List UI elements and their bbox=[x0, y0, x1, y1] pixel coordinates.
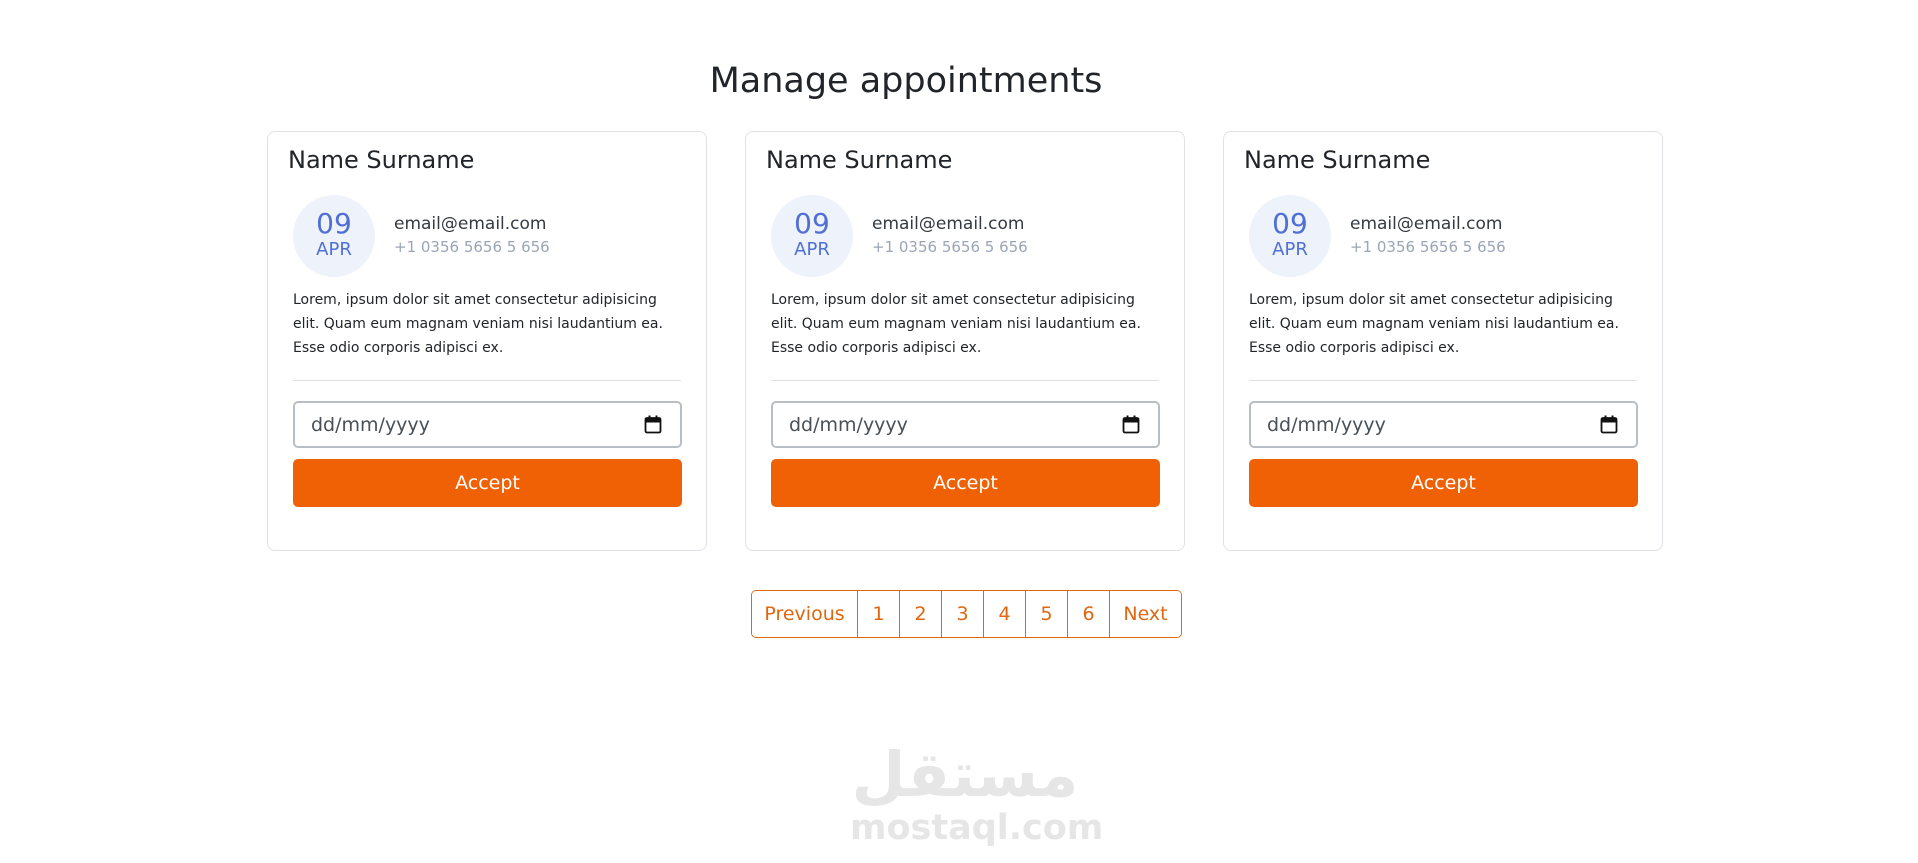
contact-info: email@email.com +1 0356 5656 5 656 bbox=[872, 212, 1028, 258]
divider bbox=[771, 380, 1159, 381]
date-input[interactable]: dd/mm/yyyy bbox=[293, 401, 682, 448]
date-input-placeholder: dd/mm/yyyy bbox=[311, 414, 430, 436]
date-day: 09 bbox=[794, 207, 830, 240]
client-email: email@email.com bbox=[1350, 214, 1503, 234]
pagination: Previous 1 2 3 4 5 6 Next bbox=[751, 590, 1182, 638]
client-name: Name Surname bbox=[1244, 146, 1431, 174]
watermark-latin: mostaql.com bbox=[850, 808, 1104, 848]
client-phone: +1 0356 5656 5 656 bbox=[394, 238, 550, 256]
contact-info: email@email.com +1 0356 5656 5 656 bbox=[394, 212, 550, 258]
calendar-icon[interactable] bbox=[1122, 415, 1140, 434]
date-input-placeholder: dd/mm/yyyy bbox=[1267, 414, 1386, 436]
appointment-card: Name Surname 09 APR email@email.com +1 0… bbox=[745, 131, 1185, 551]
date-input-placeholder: dd/mm/yyyy bbox=[789, 414, 908, 436]
client-email: email@email.com bbox=[872, 214, 1025, 234]
client-phone: +1 0356 5656 5 656 bbox=[1350, 238, 1506, 256]
contact-info: email@email.com +1 0356 5656 5 656 bbox=[1350, 212, 1506, 258]
mostaql-watermark: مستقل mostaql.com bbox=[850, 738, 1104, 848]
pagination-page-6[interactable]: 6 bbox=[1067, 591, 1109, 637]
accept-button[interactable]: Accept bbox=[771, 459, 1160, 507]
divider bbox=[1249, 380, 1637, 381]
client-name: Name Surname bbox=[288, 146, 475, 174]
date-month: APR bbox=[1272, 239, 1308, 260]
client-name: Name Surname bbox=[766, 146, 953, 174]
appointment-date-badge: 09 APR bbox=[771, 195, 853, 277]
appointment-date-badge: 09 APR bbox=[293, 195, 375, 277]
pagination-page-4[interactable]: 4 bbox=[983, 591, 1025, 637]
page-title: Manage appointments bbox=[709, 61, 1103, 101]
date-day: 09 bbox=[1272, 207, 1308, 240]
calendar-icon[interactable] bbox=[644, 415, 662, 434]
accept-button[interactable]: Accept bbox=[1249, 459, 1638, 507]
appointment-description: Lorem, ipsum dolor sit amet consectetur … bbox=[293, 292, 663, 356]
appointment-description: Lorem, ipsum dolor sit amet consectetur … bbox=[1249, 292, 1619, 356]
appointment-cards: Name Surname 09 APR email@email.com +1 0… bbox=[267, 131, 1663, 551]
appointment-card: Name Surname 09 APR email@email.com +1 0… bbox=[267, 131, 707, 551]
appointment-card: Name Surname 09 APR email@email.com +1 0… bbox=[1223, 131, 1663, 551]
pagination-page-5[interactable]: 5 bbox=[1025, 591, 1067, 637]
date-month: APR bbox=[794, 239, 830, 260]
divider bbox=[293, 380, 681, 381]
client-email: email@email.com bbox=[394, 214, 547, 234]
accept-button[interactable]: Accept bbox=[293, 459, 682, 507]
watermark-arabic: مستقل bbox=[851, 738, 1079, 811]
pagination-page-3[interactable]: 3 bbox=[941, 591, 983, 637]
calendar-icon[interactable] bbox=[1600, 415, 1618, 434]
pagination-page-1[interactable]: 1 bbox=[857, 591, 899, 637]
pagination-previous[interactable]: Previous bbox=[752, 591, 857, 637]
pagination-next[interactable]: Next bbox=[1109, 591, 1181, 637]
pagination-page-2[interactable]: 2 bbox=[899, 591, 941, 637]
date-day: 09 bbox=[316, 207, 352, 240]
date-input[interactable]: dd/mm/yyyy bbox=[1249, 401, 1638, 448]
appointment-description: Lorem, ipsum dolor sit amet consectetur … bbox=[771, 292, 1141, 356]
date-month: APR bbox=[316, 239, 352, 260]
date-input[interactable]: dd/mm/yyyy bbox=[771, 401, 1160, 448]
appointment-date-badge: 09 APR bbox=[1249, 195, 1331, 277]
client-phone: +1 0356 5656 5 656 bbox=[872, 238, 1028, 256]
